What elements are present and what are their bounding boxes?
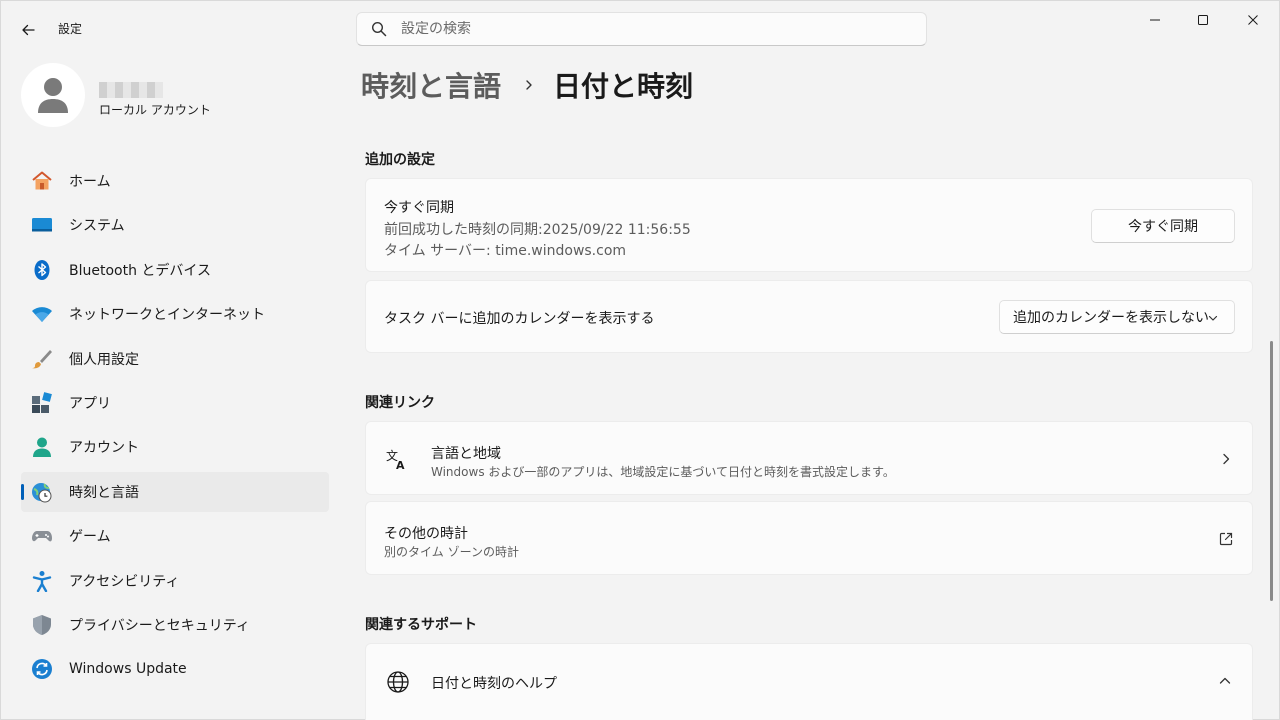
sidebar-item-label: ホーム: [69, 174, 111, 190]
sidebar-item-apps[interactable]: アプリ: [21, 383, 329, 423]
search-input[interactable]: [401, 21, 881, 37]
calendar-dropdown[interactable]: 追加のカレンダーを表示しない: [999, 300, 1235, 334]
sync-now-button[interactable]: 今すぐ同期: [1091, 209, 1235, 243]
username-redacted: [99, 82, 163, 98]
account-type: ローカル アカウント: [99, 103, 211, 117]
sidebar-item-label: プライバシーとセキュリティ: [69, 617, 250, 634]
language-region-title: 言語と地域: [431, 446, 501, 462]
sidebar-item-home[interactable]: ホーム: [21, 161, 329, 201]
language-icon: 文A: [386, 448, 405, 471]
other-clocks-link[interactable]: その他の時計 別のタイム ゾーンの時計: [365, 501, 1253, 575]
time-language-icon: [31, 481, 53, 503]
sidebar-item-bluetooth[interactable]: Bluetooth とデバイス: [21, 250, 329, 290]
sidebar-nav: ホーム システム Bluetooth とデバイス ネットワークとインターネット …: [21, 161, 329, 694]
person-icon: [38, 78, 68, 113]
section-title-support: 関連するサポート: [365, 617, 477, 633]
app-title: 設定: [58, 22, 83, 36]
open-external-icon: [1219, 532, 1233, 546]
sidebar-item-label: ネットワークとインターネット: [69, 307, 265, 324]
close-button[interactable]: [1230, 9, 1276, 31]
wifi-icon: [31, 303, 53, 325]
date-time-help-title: 日付と時刻のヘルプ: [431, 676, 557, 692]
settings-window: 設定 ローカル アカウント ホーム システム: [0, 0, 1280, 720]
sidebar-item-network[interactable]: ネットワークとインターネット: [21, 294, 329, 334]
sidebar-item-time-language[interactable]: 時刻と言語: [21, 471, 329, 512]
windows-update-icon: [31, 658, 53, 680]
minimize-icon: [1150, 19, 1160, 21]
sidebar-item-label: 時刻と言語: [69, 484, 139, 501]
scrollbar[interactable]: [1270, 341, 1273, 601]
chevron-down-icon: [1208, 315, 1218, 321]
page-title: 日付と時刻: [553, 70, 694, 103]
sidebar-item-system[interactable]: システム: [21, 205, 329, 245]
minimize-button[interactable]: [1132, 9, 1178, 31]
calendar-label: タスク バーに追加のカレンダーを表示する: [384, 311, 655, 327]
date-time-help-expander[interactable]: 日付と時刻のヘルプ: [365, 643, 1253, 720]
other-clocks-title: その他の時計: [384, 526, 468, 542]
sidebar-item-label: Windows Update: [69, 661, 187, 678]
sidebar-item-windows-update[interactable]: Windows Update: [21, 649, 329, 689]
calendar-dropdown-value: 追加のカレンダーを表示しない: [1013, 310, 1209, 326]
breadcrumb-parent[interactable]: 時刻と言語: [361, 65, 501, 105]
section-title-additional: 追加の設定: [365, 152, 435, 168]
globe-icon: [387, 671, 409, 693]
sidebar-item-label: Bluetooth とデバイス: [69, 262, 211, 279]
chevron-up-icon[interactable]: [1218, 674, 1232, 688]
sidebar-item-accounts[interactable]: アカウント: [21, 427, 329, 467]
sidebar-item-label: アカウント: [69, 440, 139, 457]
maximize-icon: [1198, 15, 1208, 25]
sidebar-item-label: システム: [69, 218, 125, 235]
search-box[interactable]: [356, 12, 927, 46]
other-clocks-desc: 別のタイム ゾーンの時計: [384, 545, 519, 559]
sidebar-item-label: アクセシビリティ: [69, 573, 180, 590]
sync-card: 今すぐ同期 前回成功した時刻の同期:2025/09/22 11:56:55 タイ…: [365, 178, 1253, 272]
sidebar-item-gaming[interactable]: ゲーム: [21, 516, 329, 556]
apps-icon: [31, 392, 53, 414]
system-icon: [31, 214, 53, 236]
brush-icon: [31, 348, 53, 370]
sync-last-time: 前回成功した時刻の同期:2025/09/22 11:56:55: [384, 222, 691, 238]
sidebar-item-privacy[interactable]: プライバシーとセキュリティ: [21, 605, 329, 645]
chevron-right-icon: [526, 80, 532, 90]
language-region-link[interactable]: 文A 言語と地域 Windows および一部のアプリは、地域設定に基づいて日付と…: [365, 421, 1253, 495]
sidebar-item-personalization[interactable]: 個人用設定: [21, 339, 329, 379]
svg-text:A: A: [396, 459, 405, 471]
sidebar-item-label: 個人用設定: [69, 351, 139, 368]
sync-time-server: タイム サーバー: time.windows.com: [384, 243, 627, 259]
arrow-left-icon: [22, 24, 35, 36]
accessibility-icon: [31, 570, 53, 592]
gamepad-icon: [31, 525, 53, 547]
search-icon: [371, 21, 387, 37]
account-icon: [31, 436, 53, 458]
breadcrumb: 時刻と言語 日付と時刻: [361, 65, 693, 105]
calendar-card: タスク バーに追加のカレンダーを表示する 追加のカレンダーを表示しない: [365, 280, 1253, 353]
sync-title: 今すぐ同期: [384, 200, 454, 216]
language-region-desc: Windows および一部のアプリは、地域設定に基づいて日付と時刻を書式設定しま…: [431, 465, 895, 479]
chevron-right-icon: [1223, 453, 1230, 465]
section-title-related: 関連リンク: [365, 395, 435, 411]
sidebar-item-accessibility[interactable]: アクセシビリティ: [21, 561, 329, 601]
sidebar-item-label: ゲーム: [69, 529, 111, 546]
shield-icon: [31, 614, 53, 636]
sidebar-item-label: アプリ: [69, 395, 111, 412]
close-icon: [1248, 15, 1258, 25]
avatar[interactable]: [21, 63, 85, 127]
back-button[interactable]: [15, 17, 41, 43]
bluetooth-icon: [31, 259, 53, 281]
home-icon: [31, 170, 53, 192]
maximize-button[interactable]: [1180, 9, 1226, 31]
